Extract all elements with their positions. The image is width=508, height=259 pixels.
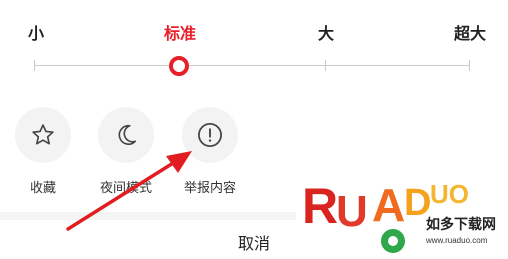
svg-text:R: R xyxy=(302,178,338,234)
svg-text:U: U xyxy=(336,187,368,236)
svg-text:如多下载网: 如多下载网 xyxy=(426,216,496,232)
svg-text:UO: UO xyxy=(430,179,469,209)
watermark-logo: R U A D UO 如多下载网 www.ruaduo.com xyxy=(296,163,508,259)
svg-text:A: A xyxy=(372,179,405,231)
svg-text:www.ruaduo.com: www.ruaduo.com xyxy=(425,236,488,245)
share-sheet: 小 标准 大 超大 收藏 夜间模式 举报内容 取消 R U A D UO 如多下… xyxy=(0,0,508,259)
